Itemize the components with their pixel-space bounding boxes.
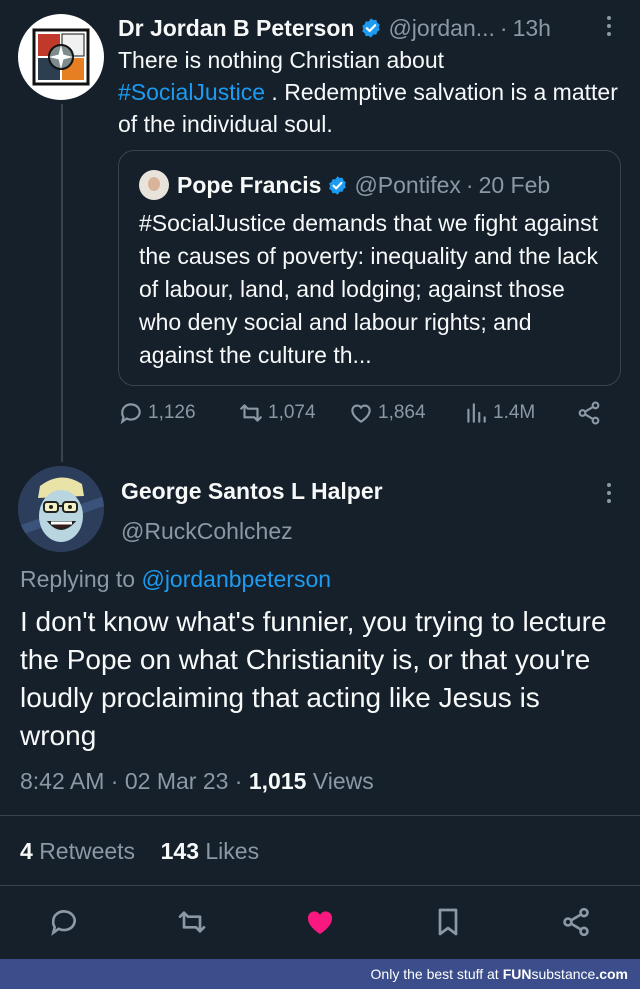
divider <box>0 885 640 886</box>
retweets-stat[interactable]: 4 Retweets <box>20 838 135 864</box>
author-name[interactable]: Dr Jordan B Peterson <box>118 15 354 42</box>
verified-badge-icon <box>362 18 381 38</box>
quote-date: 20 Feb <box>478 171 551 198</box>
reply-author-handle[interactable]: @RuckCohlchez <box>121 518 293 545</box>
bookmark-icon <box>438 908 458 936</box>
quote-avatar <box>139 170 169 200</box>
likes-count: 143 <box>160 838 199 864</box>
likes-stat[interactable]: 143 Likes <box>161 838 259 864</box>
retweets-label: Retweets <box>39 838 136 864</box>
retweet-count: 1,074 <box>268 402 316 423</box>
watermark-brand-a: FUN <box>502 966 532 982</box>
reply-views-count: 1,015 <box>248 768 307 794</box>
views-button[interactable]: 1.4M <box>463 400 535 426</box>
tweet-header: Dr Jordan B Peterson @jordan... · 13h <box>118 12 623 44</box>
more-vertical-icon[interactable] <box>606 483 612 505</box>
author-avatar[interactable] <box>18 14 104 100</box>
quote-header: Pope Francis @Pontifex · 20 Feb <box>139 170 550 200</box>
more-vertical-icon[interactable] <box>606 16 612 38</box>
retweet-button[interactable]: 1,074 <box>238 400 316 426</box>
reply-author-name[interactable]: George Santos L Halper <box>121 478 383 505</box>
separator: · <box>110 768 119 794</box>
quote-author-handle: @Pontifex <box>354 171 461 198</box>
likes-label: Likes <box>205 838 260 864</box>
share-icon <box>578 401 600 425</box>
like-count: 1,864 <box>378 402 426 423</box>
tweet-time[interactable]: 13h <box>513 15 551 42</box>
reply-author-avatar[interactable] <box>18 466 104 552</box>
like-button[interactable] <box>304 906 336 938</box>
watermark-brand-b: substance <box>531 966 596 982</box>
views-count: 1.4M <box>493 402 536 423</box>
retweet-button[interactable] <box>176 906 208 938</box>
cartoon-avatar-icon <box>18 466 104 552</box>
replying-to-link[interactable]: @jordanbpeterson <box>141 566 331 592</box>
reply-button[interactable]: 1,126 <box>118 400 196 426</box>
reply-icon <box>120 403 141 425</box>
share-button[interactable] <box>576 400 606 426</box>
reply-text: I don't know what's funnier, you trying … <box>20 606 607 751</box>
verified-badge-icon <box>329 175 347 195</box>
thread-line <box>61 104 63 462</box>
author-handle[interactable]: @jordan... <box>388 15 494 42</box>
retweets-count: 4 <box>20 838 33 864</box>
reply-button[interactable] <box>48 906 80 938</box>
quote-author-name: Pope Francis <box>177 171 322 198</box>
reply-count: 1,126 <box>148 402 196 423</box>
reply-meta: 8:42 AM · 02 Mar 23 · 1,015 Views <box>20 768 374 795</box>
tweet-text: There is nothing Christian about #Social… <box>118 44 623 140</box>
watermark-text: Only the best stuff at <box>370 966 499 982</box>
hashtag-link[interactable]: #SocialJustice <box>118 79 265 105</box>
retweet-icon <box>178 911 206 933</box>
share-button[interactable] <box>560 906 592 938</box>
divider <box>0 815 640 816</box>
separator: · <box>499 14 508 41</box>
like-button[interactable]: 1,864 <box>348 400 426 426</box>
quote-text: #SocialJustice demands that we fight aga… <box>139 210 599 368</box>
replying-to-line: Replying to @jordanbpeterson <box>20 566 331 593</box>
reply-date[interactable]: 02 Mar 23 <box>125 768 229 794</box>
like-icon <box>351 404 371 423</box>
author-logo-icon <box>32 28 90 86</box>
bookmark-button[interactable] <box>432 906 464 938</box>
separator: · <box>465 171 474 198</box>
reply-views-label: Views <box>312 768 374 794</box>
retweet-icon <box>240 404 262 422</box>
tweet-actions: 1,126 1,074 1,864 1.4M <box>118 400 608 434</box>
views-icon <box>467 403 486 423</box>
replying-prefix: Replying to <box>20 566 136 592</box>
share-icon <box>563 907 589 937</box>
reply-actions <box>0 902 640 942</box>
reply-time[interactable]: 8:42 AM <box>20 768 104 794</box>
watermark-bar: Only the best stuff at FUN substance .com <box>0 959 640 989</box>
separator: · <box>234 768 243 794</box>
watermark-brand-c: .com <box>595 966 628 982</box>
tweet-text-line1: There is nothing Christian about <box>118 47 445 73</box>
quoted-tweet[interactable]: Pope Francis @Pontifex · 20 Feb #SocialJ… <box>118 150 621 386</box>
reply-stats: 4 Retweets 143 Likes <box>20 838 259 865</box>
reply-icon <box>51 910 76 936</box>
like-icon <box>307 911 333 934</box>
